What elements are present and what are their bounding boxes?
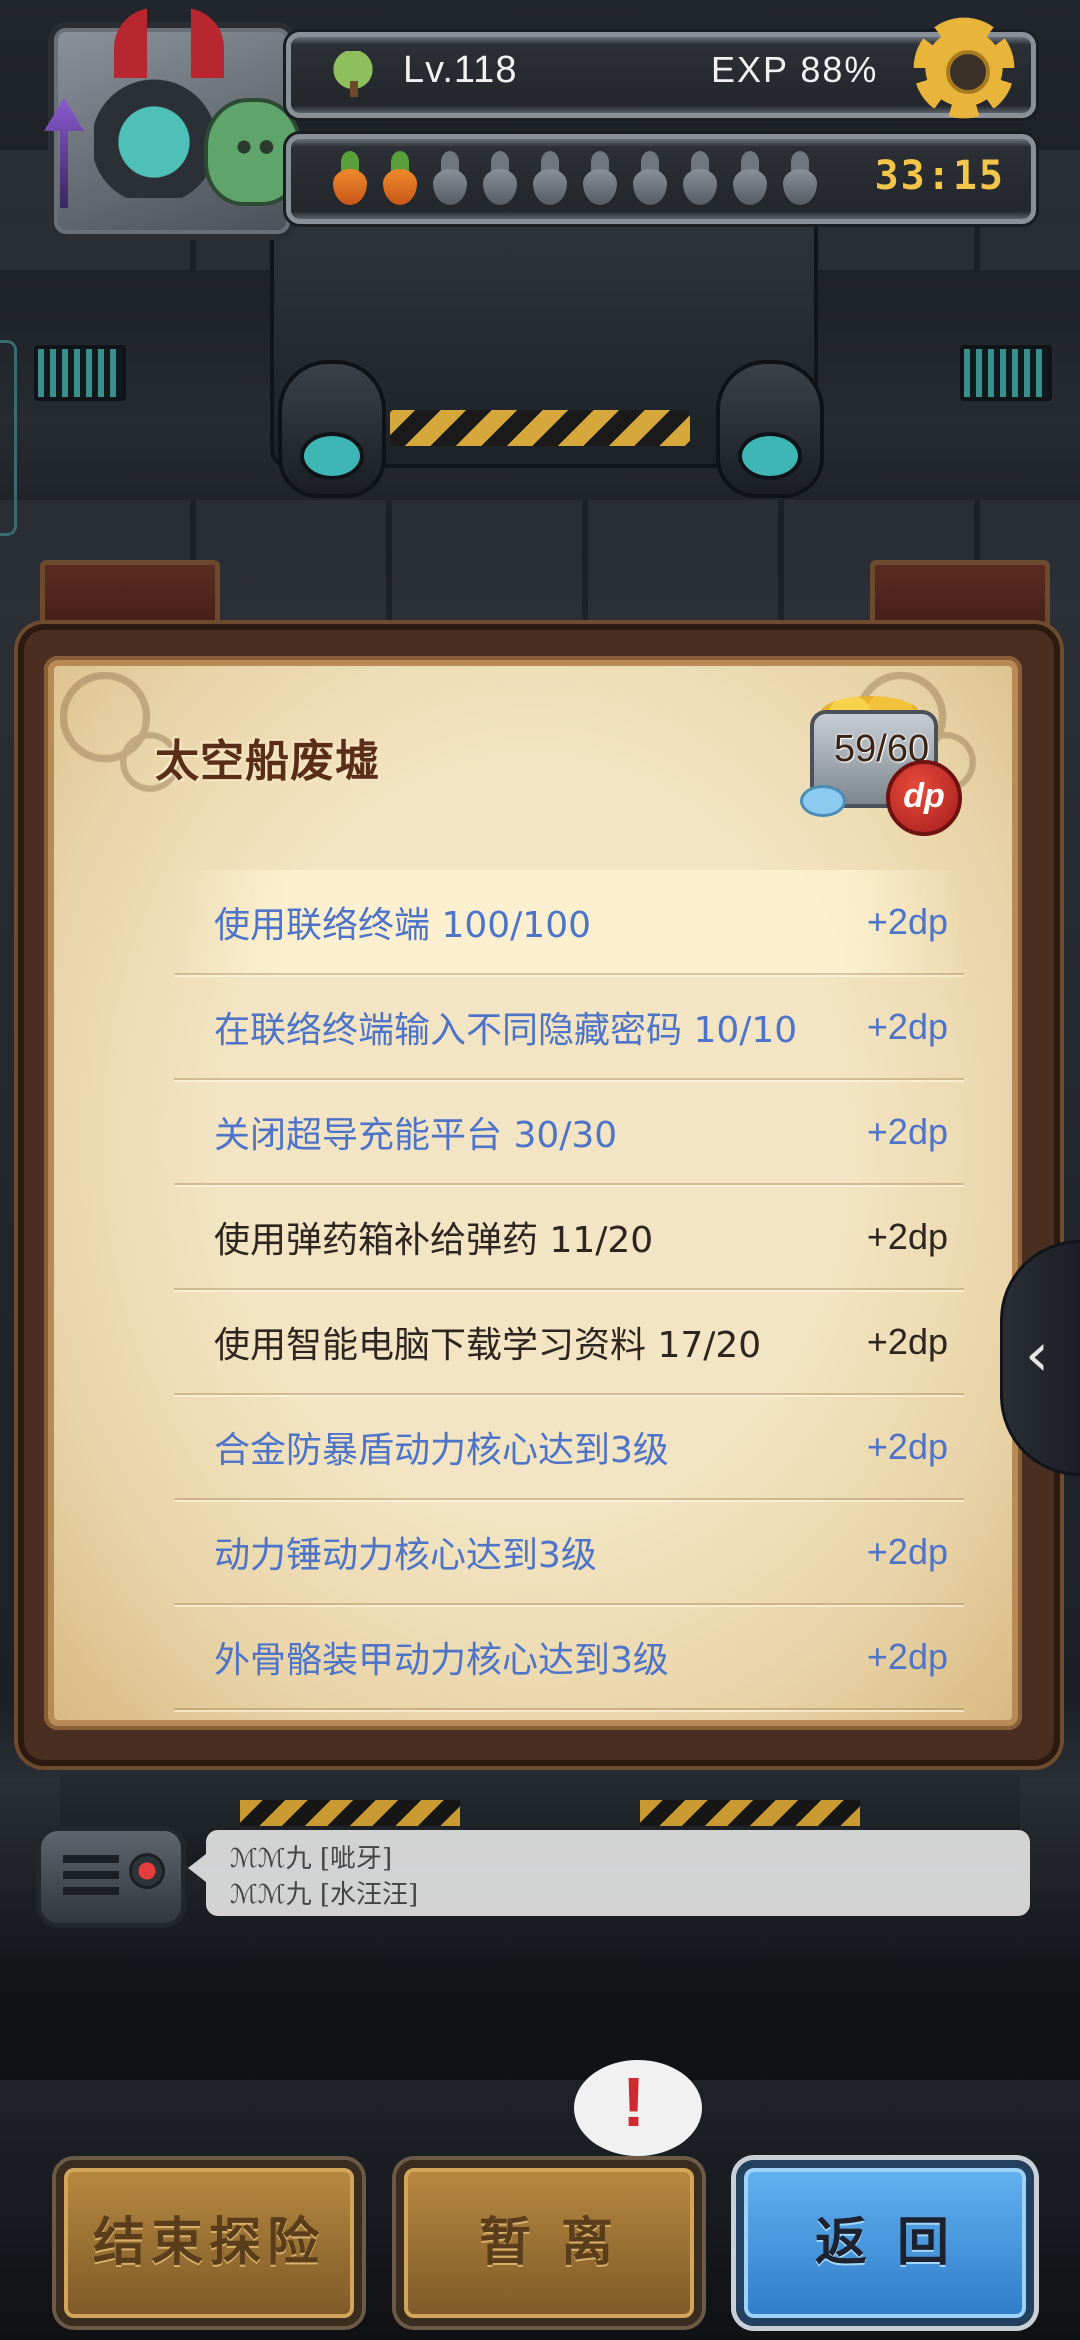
stamina-carrots [327, 151, 823, 207]
task-reward: +2dp [866, 1110, 948, 1152]
left-edge-tab [0, 340, 17, 536]
task-row: 在联络终端输入不同隐藏密码 10/10 +2dp [174, 975, 964, 1080]
away-label: 暂 离 [478, 2213, 620, 2273]
task-list: 使用联络终端 100/100 +2dp 在联络终端输入不同隐藏密码 10/10 +2d… [174, 870, 964, 1710]
floor-hazard-stripe [240, 1800, 460, 1826]
task-name: 关闭超导充能平台 30/30 [214, 1114, 618, 1156]
carrot-icon [377, 151, 423, 207]
stamina-bar: 33:15 [286, 134, 1036, 224]
turret-left [278, 360, 386, 498]
task-name: 动力锤动力核心达到3级 [214, 1534, 597, 1576]
staff-icon [44, 98, 84, 208]
carrot-icon [727, 151, 773, 207]
dp-badge-icon: dp [886, 760, 962, 836]
floor-hazard-stripe [640, 1800, 860, 1826]
back-label: 返 回 [814, 2213, 956, 2273]
task-name: 合金防暴盾动力核心达到3级 [214, 1429, 669, 1471]
task-name: 使用智能电脑下载学习资料 17/20 [214, 1324, 762, 1366]
task-reward: +2dp [866, 1005, 948, 1047]
task-reward: +2dp [866, 900, 948, 942]
back-button[interactable]: 返 回 [736, 2160, 1034, 2326]
end-exploration-button[interactable]: 结束探险 [56, 2160, 362, 2326]
chevron-left-icon: ‹ [1025, 1320, 1049, 1390]
task-row: 使用弹药箱补给弹药 11/20 +2dp [174, 1185, 964, 1290]
player-avatar[interactable] [44, 8, 302, 240]
task-row: 使用智能电脑下载学习资料 17/20 +2dp [174, 1290, 964, 1395]
task-row: 动力锤动力核心达到3级 +2dp [174, 1500, 964, 1605]
hazard-stripe [390, 410, 690, 446]
task-reward: +2dp [866, 1635, 948, 1677]
hero-portrait [94, 58, 214, 198]
chat-preview[interactable]: ℳℳ九 [呲牙] ℳℳ九 [水汪汪] [188, 1830, 1030, 1916]
vent-right [960, 345, 1052, 401]
task-row: 合金防暴盾动力核心达到3级 +2dp [174, 1395, 964, 1500]
chat-message: ℳℳ九 [呲牙] [230, 1844, 393, 1874]
carrot-icon [527, 151, 573, 207]
task-reward: +2dp [866, 1530, 948, 1572]
turret-right [716, 360, 824, 498]
task-name: 在联络终端输入不同隐藏密码 10/10 [214, 1009, 798, 1051]
away-button[interactable]: 暂 离 [396, 2160, 702, 2326]
gem-icon [800, 785, 846, 817]
chat-button[interactable] [36, 1826, 186, 1928]
task-reward: +2dp [866, 1425, 948, 1467]
quest-title: 太空船废墟 [155, 736, 380, 787]
task-name: 使用弹药箱补给弹药 11/20 [214, 1219, 654, 1261]
vent-left [34, 345, 126, 401]
carrot-icon [427, 151, 473, 207]
carrot-icon [627, 151, 673, 207]
task-name: 使用联络终端 100/100 [214, 904, 591, 946]
task-row: 外骨骼装甲动力核心达到3级 +2dp [174, 1605, 964, 1710]
carrot-icon [327, 151, 373, 207]
stamina-timer: 33:15 [874, 153, 1005, 199]
carrot-icon [677, 151, 723, 207]
end-exploration-label: 结束探险 [92, 2213, 325, 2273]
task-row: 关闭超导充能平台 30/30 +2dp [174, 1080, 964, 1185]
exp-percent: EXP 88% [711, 49, 879, 90]
chat-message: ℳℳ九 [水汪汪] [230, 1880, 419, 1910]
exclamation-icon: ! [622, 2063, 646, 2141]
chat-notification-dot [129, 1853, 165, 1889]
carrot-icon [777, 151, 823, 207]
carrot-icon [577, 151, 623, 207]
carrot-icon [477, 151, 523, 207]
task-row: 使用联络终端 100/100 +2dp [174, 870, 964, 975]
player-level: Lv.118 [403, 49, 518, 91]
gear-center [946, 50, 990, 94]
tree-icon [331, 51, 375, 97]
task-name: 外骨骼装甲动力核心达到3级 [214, 1639, 669, 1681]
task-reward: +2dp [866, 1320, 948, 1362]
alert-bubble[interactable]: ! [574, 2060, 702, 2156]
task-reward: +2dp [866, 1215, 948, 1257]
chat-lines-icon [63, 1855, 119, 1899]
